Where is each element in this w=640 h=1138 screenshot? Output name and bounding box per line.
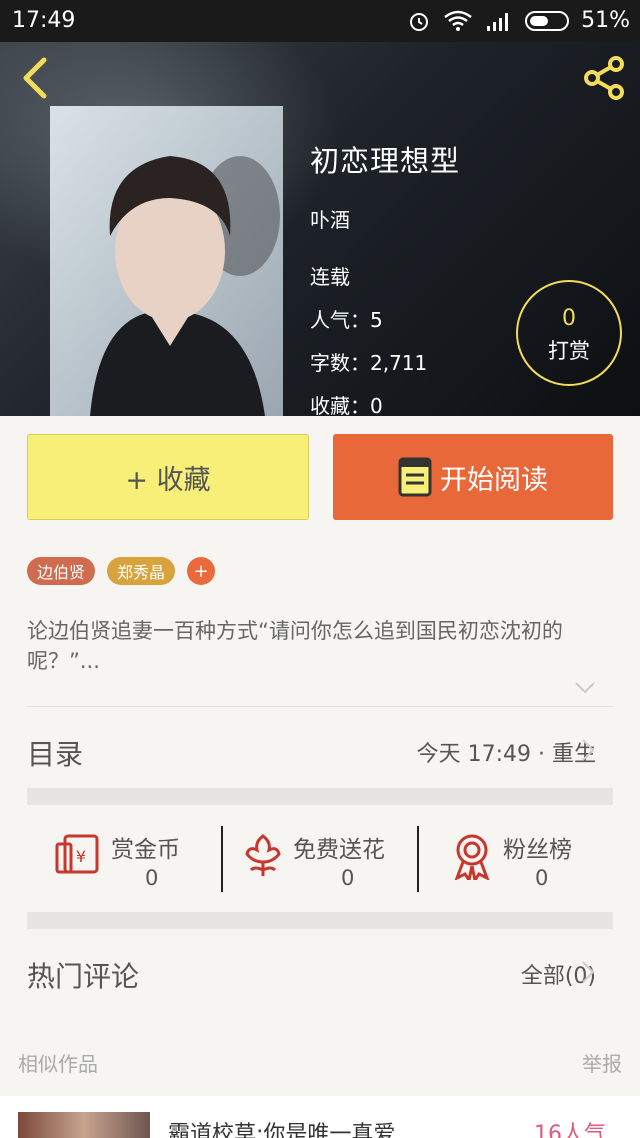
chevron-down-icon[interactable] bbox=[574, 680, 596, 696]
svg-text:¥: ¥ bbox=[76, 847, 86, 866]
catalog-title[interactable]: 目录 bbox=[27, 733, 83, 773]
book-description[interactable]: 论边伯贤追妻一百种方式“请问你怎么追到国民初恋沈初的呢？”... bbox=[27, 616, 615, 676]
section-band bbox=[27, 912, 613, 929]
start-reading-button[interactable]: 开始阅读 bbox=[333, 434, 613, 520]
coin-reward-item[interactable]: ¥ 赏金币 0 bbox=[27, 820, 222, 898]
book-meta: 初恋理想型 卟酒 连载 人气：5 字数：2,711 收藏：0 bbox=[310, 138, 460, 416]
chevron-right-icon[interactable] bbox=[580, 738, 596, 762]
book-word-count: 字数：2,711 bbox=[310, 351, 428, 375]
free-flower-value: 0 bbox=[341, 866, 355, 890]
tag-list: 边伯贤 郑秀晶 + bbox=[27, 557, 216, 585]
similar-work-cover bbox=[18, 1112, 150, 1138]
coin-reward-label: 赏金币 bbox=[111, 837, 180, 863]
divider bbox=[27, 706, 613, 707]
book-cover-image[interactable] bbox=[50, 106, 283, 416]
add-favorite-button[interactable]: + 收藏 bbox=[27, 434, 309, 520]
status-bar: 17:49 51% bbox=[0, 0, 640, 42]
free-flower-item[interactable]: 免费送花 0 bbox=[223, 820, 417, 898]
share-icon[interactable] bbox=[580, 56, 628, 100]
signal-icon bbox=[487, 12, 509, 31]
section-band bbox=[27, 788, 613, 805]
tag-item[interactable]: 边伯贤 bbox=[27, 557, 96, 585]
support-stats: ¥ 赏金币 0 免费送花 0 粉丝榜 0 bbox=[27, 820, 613, 898]
similar-work-title: 霸道校草:你是唯一真爱 bbox=[168, 1122, 396, 1138]
status-icons: 51% bbox=[407, 8, 630, 33]
book-status: 连载 bbox=[310, 265, 350, 289]
fan-ranking-item[interactable]: 粉丝榜 0 bbox=[419, 820, 613, 898]
book-popularity: 人气：5 bbox=[310, 308, 383, 332]
similar-work-item[interactable]: 霸道校草:你是唯一真爱 16人气 bbox=[0, 1096, 640, 1138]
back-arrow-icon[interactable] bbox=[14, 56, 54, 100]
book-icon bbox=[398, 457, 432, 497]
catalog-latest-label: 今天 17:49 · 重生 bbox=[416, 742, 596, 767]
alarm-icon bbox=[410, 12, 429, 31]
similar-work-popularity: 16人气 bbox=[534, 1122, 606, 1138]
reward-label: 打赏 bbox=[548, 339, 590, 363]
book-favorites: 收藏：0 bbox=[310, 394, 383, 416]
start-reading-label: 开始阅读 bbox=[440, 464, 548, 496]
flower-icon bbox=[245, 834, 281, 876]
book-author[interactable]: 卟酒 bbox=[310, 204, 460, 233]
chevron-right-icon[interactable] bbox=[580, 960, 596, 984]
hot-comments-title: 热门评论 bbox=[27, 960, 140, 993]
catalog-latest[interactable]: 今天 17:49 · 重生 bbox=[417, 736, 596, 768]
free-flower-label: 免费送花 bbox=[293, 837, 385, 863]
fan-ranking-label: 粉丝榜 bbox=[503, 837, 572, 863]
status-time: 17:49 bbox=[12, 8, 76, 33]
report-link[interactable]: 举报 bbox=[582, 1048, 622, 1077]
battery-icon bbox=[525, 10, 570, 31]
wifi-icon bbox=[444, 10, 472, 31]
add-tag-button[interactable]: + bbox=[187, 557, 216, 585]
similar-works-title: 相似作品 bbox=[18, 1052, 98, 1076]
reward-count: 0 bbox=[562, 306, 576, 331]
tag-item[interactable]: 郑秀晶 bbox=[107, 557, 176, 585]
coin-envelope-icon: ¥ bbox=[55, 834, 99, 874]
coin-reward-value: 0 bbox=[145, 866, 159, 890]
reward-button[interactable]: 0 打赏 bbox=[516, 280, 622, 386]
fan-ranking-value: 0 bbox=[535, 866, 549, 890]
medal-icon bbox=[454, 834, 490, 880]
battery-percent: 51% bbox=[581, 8, 630, 33]
book-title: 初恋理想型 bbox=[310, 144, 461, 178]
book-header: 初恋理想型 卟酒 连载 人气：5 字数：2,711 收藏：0 0 打赏 bbox=[0, 42, 640, 416]
